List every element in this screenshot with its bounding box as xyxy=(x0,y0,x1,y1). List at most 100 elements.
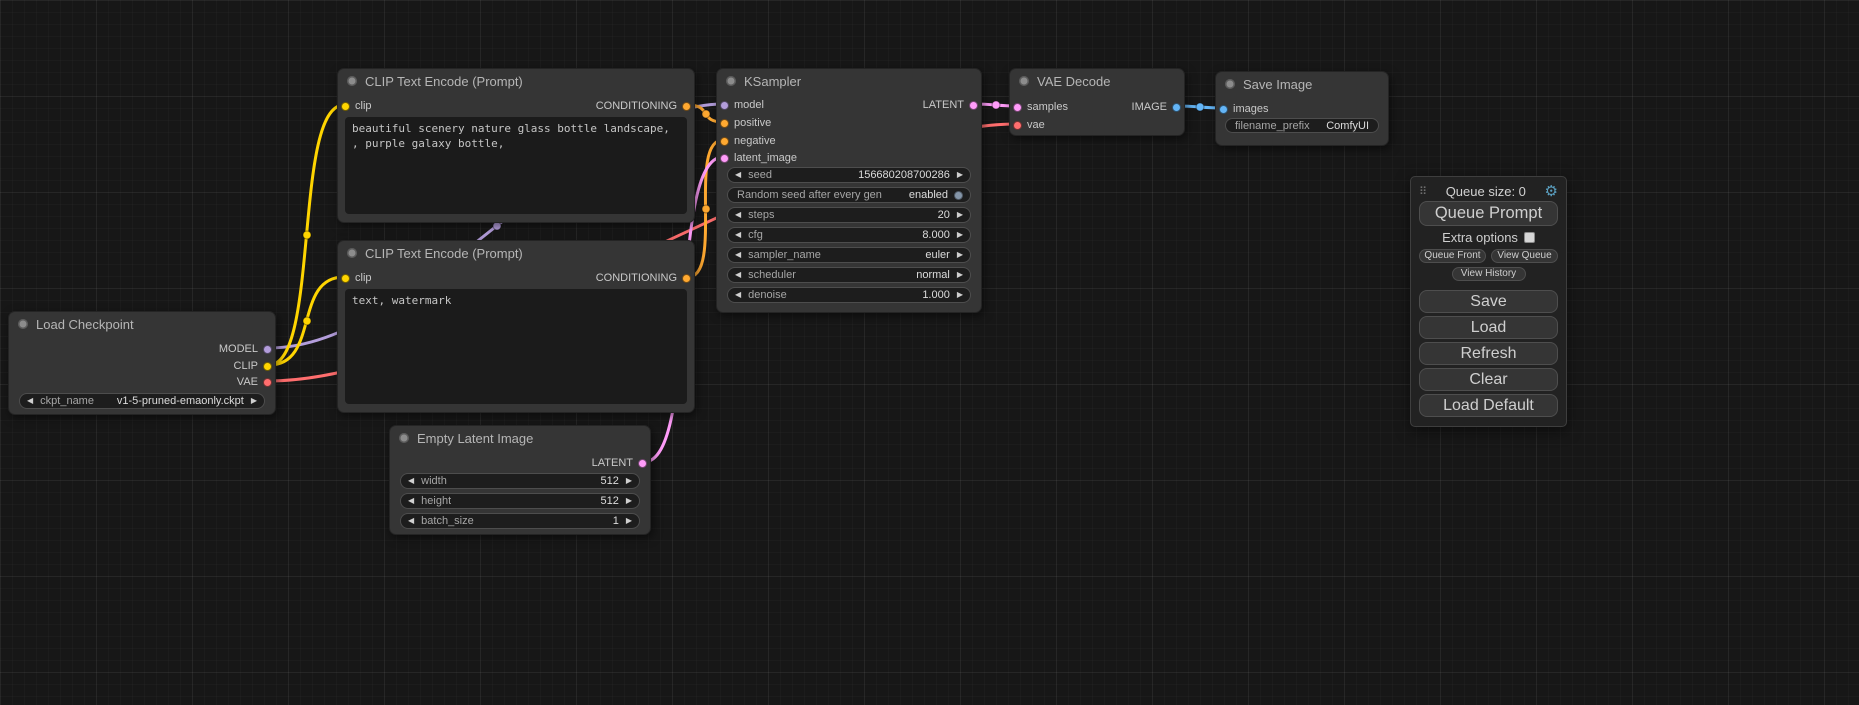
stepper-right-icon[interactable]: ▶ xyxy=(957,171,963,179)
stepper-left-icon[interactable]: ◀ xyxy=(735,291,741,299)
stepper-left-icon[interactable]: ◀ xyxy=(408,517,414,525)
widget-name: Random seed after every gen xyxy=(737,189,882,201)
wire-midpoint-dot xyxy=(1196,103,1204,111)
model-port-icon[interactable] xyxy=(720,101,729,110)
queue-front-button[interactable]: Queue Front xyxy=(1419,249,1486,263)
load-default-button[interactable]: Load Default xyxy=(1419,394,1558,417)
stepper-right-icon[interactable]: ▶ xyxy=(251,397,257,405)
seed-stepper[interactable]: ◀ seed 156680208700286 ▶ xyxy=(727,167,971,183)
conditioning-port-icon[interactable] xyxy=(682,102,691,111)
latent-port-icon[interactable] xyxy=(1013,103,1022,112)
port-label: CONDITIONING xyxy=(596,272,677,284)
conditioning-port-icon[interactable] xyxy=(682,274,691,283)
view-queue-button[interactable]: View Queue xyxy=(1491,249,1558,263)
collapse-dot-icon[interactable] xyxy=(726,76,736,86)
node-title: Load Checkpoint xyxy=(36,317,134,332)
save-button[interactable]: Save xyxy=(1419,290,1558,313)
sampler-name-combo[interactable]: ◀ sampler_name euler ▶ xyxy=(727,247,971,263)
image-port-icon[interactable] xyxy=(1172,103,1181,112)
collapse-dot-icon[interactable] xyxy=(399,433,409,443)
ckpt-name-combo[interactable]: ◀ ckpt_name v1-5-pruned-emaonly.ckpt ▶ xyxy=(19,393,265,409)
stepper-right-icon[interactable]: ▶ xyxy=(957,271,963,279)
stepper-left-icon[interactable]: ◀ xyxy=(408,497,414,505)
stepper-left-icon[interactable]: ◀ xyxy=(735,271,741,279)
stepper-left-icon[interactable]: ◀ xyxy=(408,477,414,485)
negative-prompt-textarea[interactable]: text, watermark xyxy=(345,289,687,404)
node-title: Save Image xyxy=(1243,77,1312,92)
input-clip: clip xyxy=(341,99,372,113)
stepper-left-icon[interactable]: ◀ xyxy=(735,231,741,239)
output-clip: CLIP xyxy=(234,359,272,373)
cfg-stepper[interactable]: ◀ cfg 8.000 ▶ xyxy=(727,227,971,243)
port-label: CONDITIONING xyxy=(596,100,677,112)
port-label: clip xyxy=(355,100,372,112)
stepper-left-icon[interactable]: ◀ xyxy=(735,251,741,259)
clear-button[interactable]: Clear xyxy=(1419,368,1558,391)
extra-options-checkbox[interactable] xyxy=(1524,232,1535,243)
stepper-right-icon[interactable]: ▶ xyxy=(957,251,963,259)
vae-port-icon[interactable] xyxy=(263,378,272,387)
conditioning-port-icon[interactable] xyxy=(720,119,729,128)
model-port-icon[interactable] xyxy=(263,345,272,354)
node-title-bar[interactable]: CLIP Text Encode (Prompt) xyxy=(338,241,694,265)
vae-port-icon[interactable] xyxy=(1013,121,1022,130)
node-title-bar[interactable]: VAE Decode xyxy=(1010,69,1184,93)
image-port-icon[interactable] xyxy=(1219,105,1228,114)
widget-name: cfg xyxy=(748,229,763,241)
widget-name: width xyxy=(421,475,447,487)
stepper-right-icon[interactable]: ▶ xyxy=(626,477,632,485)
filename-prefix-field[interactable]: filename_prefix ComfyUI xyxy=(1225,118,1379,133)
collapse-dot-icon[interactable] xyxy=(1225,79,1235,89)
latent-port-icon[interactable] xyxy=(969,101,978,110)
clip-port-icon[interactable] xyxy=(341,274,350,283)
widget-value: 20 xyxy=(938,209,950,221)
widget-name: height xyxy=(421,495,451,507)
drag-handle-icon[interactable]: ⠿ xyxy=(1419,185,1427,198)
load-button[interactable]: Load xyxy=(1419,316,1558,339)
node-title: CLIP Text Encode (Prompt) xyxy=(365,246,523,261)
wire-midpoint-dot xyxy=(992,101,1000,109)
stepper-left-icon[interactable]: ◀ xyxy=(735,171,741,179)
positive-prompt-textarea[interactable]: beautiful scenery nature glass bottle la… xyxy=(345,117,687,214)
port-label: IMAGE xyxy=(1132,101,1167,113)
node-title-bar[interactable]: CLIP Text Encode (Prompt) xyxy=(338,69,694,93)
widget-value: enabled xyxy=(909,189,948,201)
widget-value: euler xyxy=(925,249,949,261)
height-stepper[interactable]: ◀ height 512 ▶ xyxy=(400,493,640,509)
stepper-right-icon[interactable]: ▶ xyxy=(957,231,963,239)
stepper-left-icon[interactable]: ◀ xyxy=(735,211,741,219)
random-seed-toggle[interactable]: Random seed after every gen enabled xyxy=(727,187,971,203)
latent-port-icon[interactable] xyxy=(638,459,647,468)
refresh-button[interactable]: Refresh xyxy=(1419,342,1558,365)
collapse-dot-icon[interactable] xyxy=(18,319,28,329)
collapse-dot-icon[interactable] xyxy=(347,248,357,258)
stepper-right-icon[interactable]: ▶ xyxy=(957,211,963,219)
node-title-bar[interactable]: KSampler xyxy=(717,69,981,93)
stepper-right-icon[interactable]: ▶ xyxy=(957,291,963,299)
conditioning-port-icon[interactable] xyxy=(720,137,729,146)
view-history-button[interactable]: View History xyxy=(1452,267,1526,281)
queue-prompt-button[interactable]: Queue Prompt xyxy=(1419,201,1558,226)
stepper-left-icon[interactable]: ◀ xyxy=(27,397,33,405)
settings-gear-icon[interactable]: ⚙ xyxy=(1545,184,1558,199)
clip-port-icon[interactable] xyxy=(341,102,350,111)
node-title-bar[interactable]: Load Checkpoint xyxy=(9,312,275,336)
node-title-bar[interactable]: Save Image xyxy=(1216,72,1388,96)
output-vae: VAE xyxy=(237,375,272,389)
batch-size-stepper[interactable]: ◀ batch_size 1 ▶ xyxy=(400,513,640,529)
latent-port-icon[interactable] xyxy=(720,154,729,163)
stepper-right-icon[interactable]: ▶ xyxy=(626,517,632,525)
graph-canvas[interactable]: Load Checkpoint MODEL CLIP VAE ◀ ckpt_na… xyxy=(0,0,1859,705)
queue-panel: ⠿ Queue size: 0 ⚙ Queue Prompt Extra opt… xyxy=(1410,176,1567,427)
scheduler-combo[interactable]: ◀ scheduler normal ▶ xyxy=(727,267,971,283)
node-vae-decode: VAE Decode samples vae IMAGE xyxy=(1009,68,1185,136)
width-stepper[interactable]: ◀ width 512 ▶ xyxy=(400,473,640,489)
denoise-stepper[interactable]: ◀ denoise 1.000 ▶ xyxy=(727,287,971,303)
clip-port-icon[interactable] xyxy=(263,362,272,371)
steps-stepper[interactable]: ◀ steps 20 ▶ xyxy=(727,207,971,223)
stepper-right-icon[interactable]: ▶ xyxy=(626,497,632,505)
node-title-bar[interactable]: Empty Latent Image xyxy=(390,426,650,450)
collapse-dot-icon[interactable] xyxy=(347,76,357,86)
toggle-dot-icon[interactable] xyxy=(954,191,963,200)
collapse-dot-icon[interactable] xyxy=(1019,76,1029,86)
